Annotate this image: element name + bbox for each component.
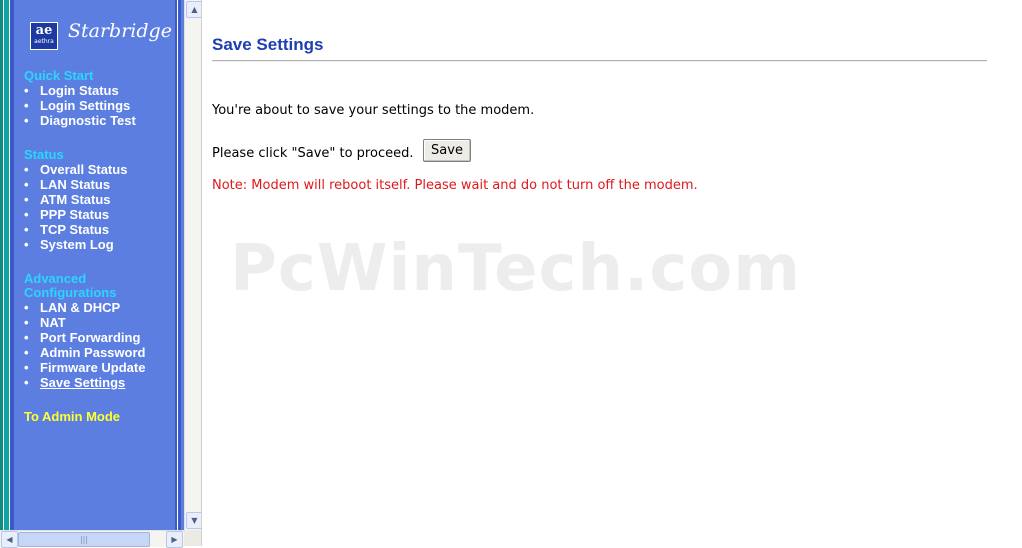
nav-item-overall-status[interactable]: • Overall Status [24, 162, 127, 177]
nav-heading-advanced[interactable]: Advanced [24, 272, 86, 286]
nav-item-admin-password[interactable]: • Admin Password [24, 345, 145, 360]
scroll-right-arrow-icon[interactable]: ▶ [166, 531, 183, 548]
horizontal-scroll-thumb[interactable]: ||| [18, 532, 150, 547]
nav-item-save-settings[interactable]: • Save Settings [24, 375, 125, 390]
decorative-stripes [0, 0, 14, 546]
nav-item-nat[interactable]: • NAT [24, 315, 66, 330]
nav-item-tcp-status[interactable]: • TCP Status [24, 222, 109, 237]
nav-item-diagnostic-test[interactable]: • Diagnostic Test [24, 113, 136, 128]
nav-heading-configurations[interactable]: Configurations [24, 286, 116, 300]
logo-mark: ae [35, 23, 53, 38]
save-button[interactable]: Save [423, 139, 471, 162]
title-divider [212, 60, 987, 62]
nav-item-port-forwarding[interactable]: • Port Forwarding [24, 330, 140, 345]
nav-heading-status[interactable]: Status [24, 148, 64, 162]
aethra-logo: ae aethra [30, 22, 58, 50]
starbridge-logo: Starbridge [68, 20, 172, 42]
nav-item-system-log[interactable]: • System Log [24, 237, 114, 252]
to-admin-mode-link[interactable]: To Admin Mode [24, 409, 120, 424]
logo-sub: aethra [34, 38, 54, 45]
nav-item-firmware-update[interactable]: • Firmware Update [24, 360, 145, 375]
nav-horizontal-scrollbar[interactable]: ◀ ||| ▶ [0, 530, 184, 548]
reboot-note: Note: Modem will reboot itself. Please w… [212, 178, 698, 193]
nav-item-lan-dhcp[interactable]: • LAN & DHCP [24, 300, 120, 315]
nav-item-login-settings[interactable]: • Login Settings [24, 98, 130, 113]
nav-item-login-status[interactable]: • Login Status [24, 83, 119, 98]
nav-item-ppp-status[interactable]: • PPP Status [24, 207, 109, 222]
intro-text: You're about to save your settings to th… [212, 103, 535, 118]
nav-frame: ae aethra Starbridge Quick Start • Login … [0, 0, 184, 546]
decorative-stripe-right [175, 0, 181, 546]
scrollbar-corner [184, 530, 202, 546]
content-frame: PcWinTech.com Save Settings You're about… [202, 0, 1022, 546]
nav-vertical-scrollbar[interactable]: ▲ ▼ [184, 0, 203, 530]
nav-item-atm-status[interactable]: • ATM Status [24, 192, 111, 207]
page-title: Save Settings [212, 35, 324, 54]
nav-heading-quick-start[interactable]: Quick Start [24, 69, 93, 83]
scroll-left-arrow-icon[interactable]: ◀ [1, 531, 18, 548]
proceed-text: Please click "Save" to proceed. [212, 146, 414, 161]
watermark: PcWinTech.com [230, 232, 801, 306]
nav-item-lan-status[interactable]: • LAN Status [24, 177, 110, 192]
